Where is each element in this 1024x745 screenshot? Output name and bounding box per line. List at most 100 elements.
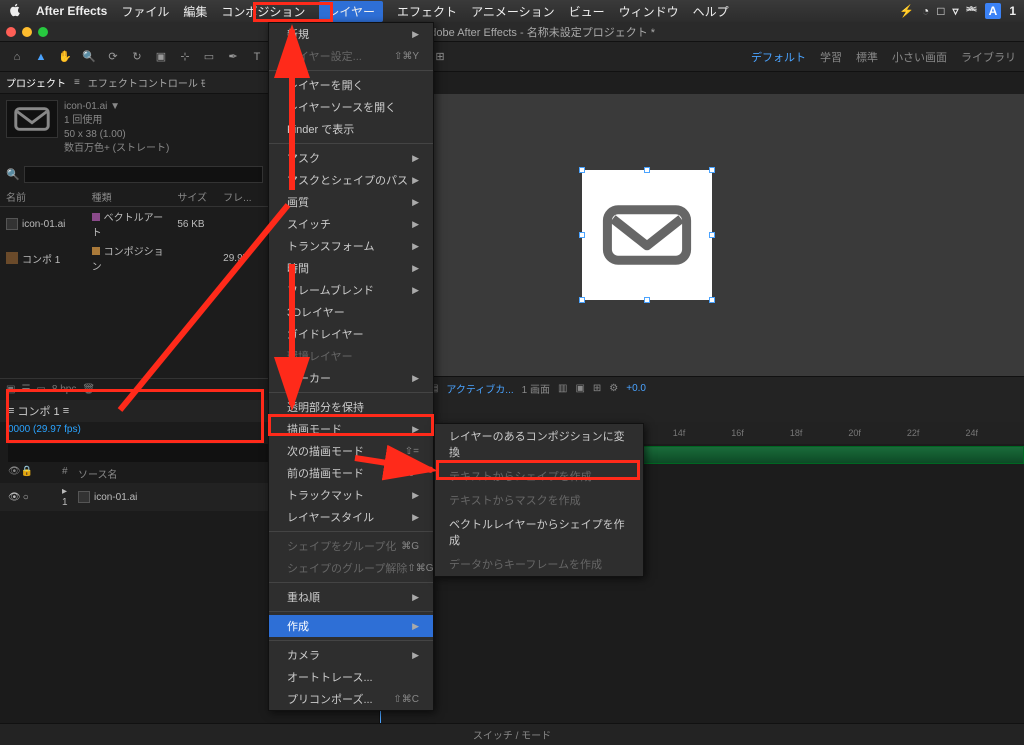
layer-dropdown-menu: 新規▶レイヤー設定...⇧⌘Yレイヤーを開くレイヤーソースを開くFinder で…: [268, 22, 434, 711]
selection-handle[interactable]: [579, 167, 585, 173]
shape-tool-icon[interactable]: ▭: [200, 48, 218, 66]
view-icon[interactable]: ▣: [575, 383, 584, 394]
menu-composition[interactable]: コンポジション: [221, 3, 305, 20]
wifi-icon: ▿: [953, 4, 959, 18]
input-source-icon[interactable]: A: [985, 3, 1002, 19]
anchor-tool-icon[interactable]: ⊹: [176, 48, 194, 66]
col-framerate[interactable]: フレ...: [223, 189, 263, 204]
selection-tool-icon[interactable]: ▲: [32, 48, 50, 66]
menu-item[interactable]: カメラ▶: [269, 644, 433, 666]
selection-handle[interactable]: [709, 297, 715, 303]
menu-item[interactable]: レイヤースタイル▶: [269, 506, 433, 528]
menu-item[interactable]: オートトレース...: [269, 666, 433, 688]
comp-icon: [6, 252, 18, 264]
menu-file[interactable]: ファイル: [121, 3, 169, 20]
hand-tool-icon[interactable]: ✋: [56, 48, 74, 66]
menu-layer[interactable]: レイヤー: [319, 1, 383, 22]
menu-item[interactable]: 作成▶: [269, 615, 433, 637]
visibility-toggle[interactable]: 👁: [8, 492, 21, 503]
menu-item[interactable]: プリコンポーズ...⇧⌘C: [269, 688, 433, 710]
folder-icon[interactable]: ▭: [36, 384, 45, 395]
workspace-small[interactable]: 小さい画面: [892, 49, 947, 65]
app-name[interactable]: After Effects: [36, 4, 107, 18]
menu-help[interactable]: ヘルプ: [693, 3, 729, 20]
exposure-value[interactable]: +0.0: [626, 383, 646, 394]
project-row[interactable]: icon-01.ai ベクトルアート 56 KB: [0, 207, 269, 241]
col-source[interactable]: ソース名: [78, 466, 267, 481]
ruler-tick: 24f: [965, 428, 1024, 444]
menu-item[interactable]: 時間▶: [269, 257, 433, 279]
zoom-window-button[interactable]: [38, 27, 48, 37]
apple-logo-icon[interactable]: [8, 3, 22, 20]
menu-view[interactable]: ビュー: [569, 3, 605, 20]
rotate-tool-icon[interactable]: ↻: [128, 48, 146, 66]
menu-edit[interactable]: 編集: [183, 3, 207, 20]
col-size[interactable]: サイズ: [177, 189, 217, 204]
menu-item[interactable]: トランスフォーム▶: [269, 235, 433, 257]
submenu-item[interactable]: レイヤーのあるコンポジションに変換: [435, 424, 643, 464]
composition-canvas[interactable]: [582, 170, 712, 300]
selection-handle[interactable]: [579, 232, 585, 238]
pen-tool-icon[interactable]: ✒: [224, 48, 242, 66]
menu-item[interactable]: 3Dレイヤー: [269, 301, 433, 323]
interpret-icon[interactable]: ☰: [21, 384, 30, 395]
orbit-tool-icon[interactable]: ⟳: [104, 48, 122, 66]
interpret-icon[interactable]: ▣: [6, 384, 15, 395]
toggle-switches-label[interactable]: スイッチ / モード: [473, 727, 551, 742]
bpc-label[interactable]: 8 bpc: [52, 384, 76, 395]
menu-item[interactable]: 画質▶: [269, 191, 433, 213]
menu-item[interactable]: トラックマット▶: [269, 484, 433, 506]
workspace-standard[interactable]: 標準: [856, 49, 878, 65]
col-name[interactable]: 名前: [6, 189, 86, 204]
menu-window[interactable]: ウィンドウ: [619, 3, 679, 20]
menu-item[interactable]: レイヤーソースを開く: [269, 96, 433, 118]
menu-item[interactable]: スイッチ▶: [269, 213, 433, 235]
selection-handle[interactable]: [644, 167, 650, 173]
current-timecode[interactable]: 0000 (29.97 fps): [8, 424, 81, 435]
menu-item[interactable]: 重ね順▶: [269, 586, 433, 608]
menu-item[interactable]: 前の描画モード⇧-: [269, 462, 433, 484]
camera-tool-icon[interactable]: ▣: [152, 48, 170, 66]
timeline-tab[interactable]: コンポ 1: [17, 403, 59, 419]
workspace-learn[interactable]: 学習: [820, 49, 842, 65]
minimize-window-button[interactable]: [22, 27, 32, 37]
view-icon[interactable]: ▥: [558, 383, 567, 394]
home-icon[interactable]: ⌂: [8, 48, 26, 66]
menu-item[interactable]: マスク▶: [269, 147, 433, 169]
project-panel: プロジェクト ≡ エフェクトコントロール ﾓ icon-01.ai ▼ 1 回使…: [0, 72, 270, 400]
camera-dropdown[interactable]: アクティブカ...: [446, 381, 513, 396]
selection-handle[interactable]: [644, 297, 650, 303]
text-tool-icon[interactable]: T: [248, 48, 266, 66]
menu-animation[interactable]: アニメーション: [471, 3, 555, 20]
project-row[interactable]: コンポ 1 コンポジション 29.97: [0, 241, 269, 275]
menu-item[interactable]: 透明部分を保持: [269, 396, 433, 418]
workspace-default[interactable]: デフォルト: [751, 49, 806, 65]
view-icon[interactable]: ⚙: [609, 383, 618, 394]
selection-handle[interactable]: [579, 297, 585, 303]
submenu-item[interactable]: ベクトルレイヤーからシェイプを作成: [435, 512, 643, 552]
close-window-button[interactable]: [6, 27, 16, 37]
selection-handle[interactable]: [709, 167, 715, 173]
menu-effect[interactable]: エフェクト: [397, 3, 457, 20]
view-icon[interactable]: ⊞: [593, 383, 601, 394]
menu-item[interactable]: 次の描画モード⇧=: [269, 440, 433, 462]
tl-menu-icon[interactable]: ≡: [8, 405, 14, 417]
views-dropdown[interactable]: 1 画面: [522, 381, 550, 396]
menu-item[interactable]: Finder で表示: [269, 118, 433, 140]
menu-item[interactable]: フレームブレンド▶: [269, 279, 433, 301]
col-type[interactable]: 種類: [92, 189, 172, 204]
menu-item[interactable]: レイヤーを開く: [269, 74, 433, 96]
menu-item[interactable]: マスクとシェイプのパス▶: [269, 169, 433, 191]
tab-project[interactable]: プロジェクト: [6, 75, 66, 90]
selection-handle[interactable]: [709, 232, 715, 238]
menu-item[interactable]: 新規▶: [269, 23, 433, 45]
menu-item[interactable]: 描画モード▶: [269, 418, 433, 440]
workspace-library[interactable]: ライブラリ: [961, 49, 1016, 65]
menu-item[interactable]: ガイドレイヤー: [269, 323, 433, 345]
zoom-tool-icon[interactable]: 🔍: [80, 48, 98, 66]
solo-toggle[interactable]: ○: [23, 492, 29, 503]
menu-item[interactable]: マーカー▶: [269, 367, 433, 389]
trash-icon[interactable]: 🗑: [82, 384, 95, 395]
project-search-input[interactable]: [24, 166, 263, 183]
tab-effect-controls[interactable]: エフェクトコントロール ﾓ: [88, 75, 206, 90]
